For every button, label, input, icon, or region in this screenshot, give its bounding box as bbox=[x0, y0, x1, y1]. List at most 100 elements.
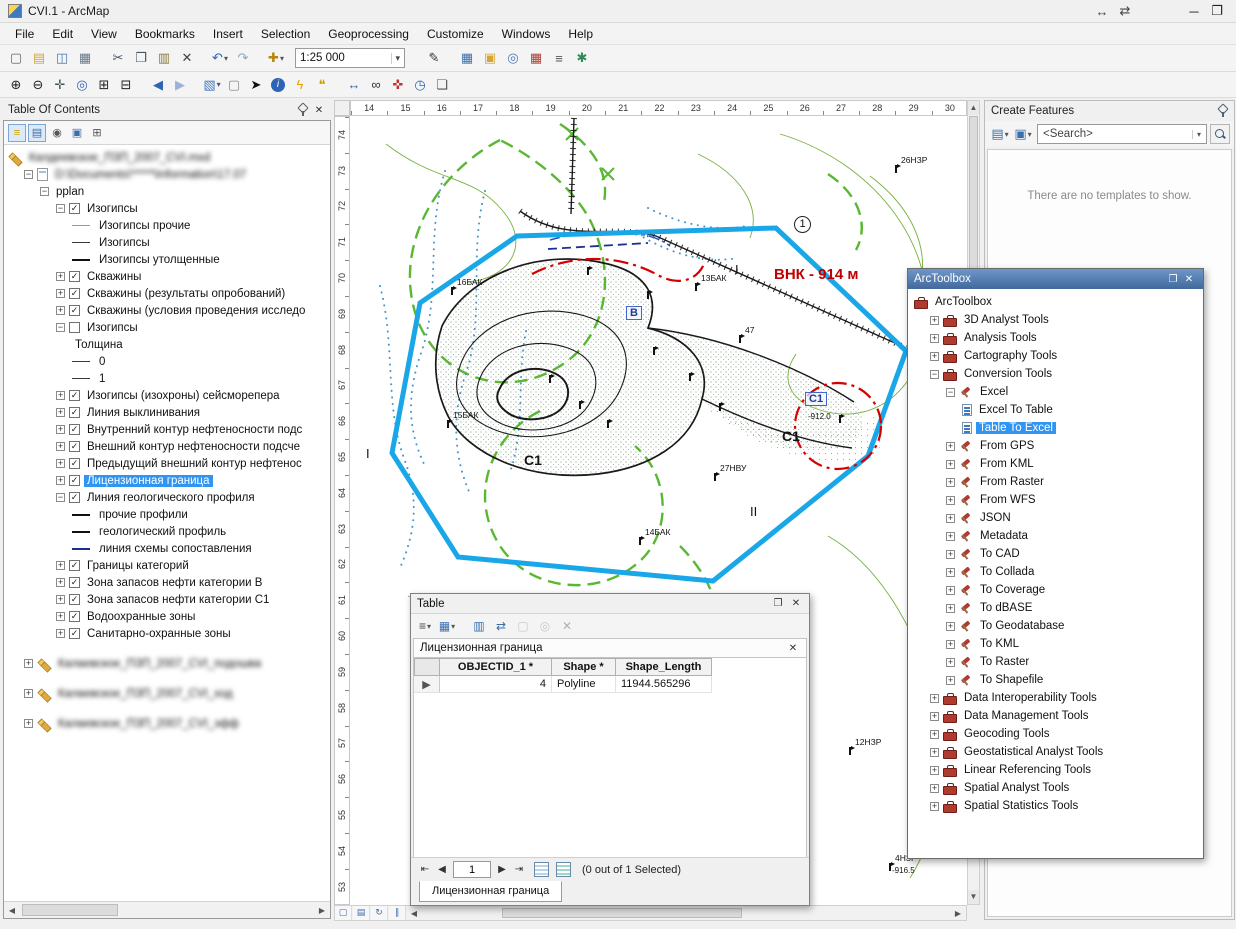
visibility-checkbox[interactable]: ✓ bbox=[69, 390, 80, 401]
expander-icon[interactable]: + bbox=[930, 748, 939, 757]
fixed-zoom-out-icon[interactable]: ⊟ bbox=[115, 74, 137, 96]
switch-selection-icon[interactable]: ⇄ bbox=[491, 616, 511, 636]
tree-item[interactable]: + ✓ Изогипсы (изохроны) сейсморепера bbox=[4, 387, 330, 404]
pin-icon[interactable] bbox=[296, 103, 308, 117]
fixed-zoom-in-icon[interactable]: ⊞ bbox=[93, 74, 115, 96]
tree-item[interactable]: Изогипсы bbox=[4, 234, 330, 251]
visibility-checkbox[interactable] bbox=[69, 322, 80, 333]
visibility-checkbox[interactable]: ✓ bbox=[69, 458, 80, 469]
search-button[interactable] bbox=[1210, 124, 1230, 144]
list-by-selection-icon[interactable]: ▣ bbox=[68, 124, 86, 142]
tree-item[interactable]: Изогипсы утолщенные bbox=[4, 251, 330, 268]
tree-item[interactable]: + ✓ Санитарно-охранные зоны bbox=[4, 625, 330, 642]
record-number-input[interactable] bbox=[453, 861, 491, 878]
visibility-checkbox[interactable]: ✓ bbox=[69, 288, 80, 299]
show-all-records-icon[interactable] bbox=[534, 862, 549, 877]
zoom-in-icon[interactable]: ⊕ bbox=[5, 74, 27, 96]
menu-item[interactable]: Geoprocessing bbox=[319, 25, 418, 43]
expander-icon[interactable]: + bbox=[946, 622, 955, 631]
close-icon[interactable]: ✕ bbox=[1181, 274, 1197, 285]
tree-item[interactable]: + ✓ Скважины (результаты опробований) bbox=[4, 285, 330, 302]
tree-item[interactable]: + Spatial Statistics Tools bbox=[910, 797, 1201, 815]
zoom-to-selected-icon[interactable]: ◎ bbox=[535, 616, 555, 636]
table-row[interactable]: ▶ 4 Polyline 11944.565296 bbox=[414, 676, 806, 693]
scrollbar-thumb[interactable] bbox=[22, 904, 118, 916]
first-record-icon[interactable]: ⇤ bbox=[417, 861, 433, 879]
close-icon[interactable]: ✕ bbox=[789, 598, 803, 609]
arctoolbox-window-icon[interactable]: ▦ bbox=[525, 47, 547, 69]
expander-icon[interactable]: + bbox=[930, 802, 939, 811]
menu-item[interactable]: File bbox=[6, 25, 43, 43]
expander-icon[interactable]: + bbox=[930, 352, 939, 361]
viewer-window-icon[interactable]: ❏ bbox=[431, 74, 453, 96]
print-icon[interactable]: ▦ bbox=[74, 47, 96, 69]
tree-item[interactable]: + ✓ Лицензионная граница bbox=[4, 472, 330, 489]
remote-session-icon[interactable]: ⇄ bbox=[1114, 2, 1136, 20]
expander-icon[interactable]: + bbox=[946, 442, 955, 451]
expander-icon[interactable]: + bbox=[24, 719, 33, 728]
expander-icon[interactable]: + bbox=[56, 306, 65, 315]
open-map-icon[interactable]: ▤ bbox=[28, 47, 50, 69]
list-by-visibility-icon[interactable]: ◉ bbox=[48, 124, 66, 142]
tree-item[interactable]: − Conversion Tools bbox=[910, 365, 1201, 383]
select-elements-icon[interactable]: ➤ bbox=[245, 74, 267, 96]
visibility-checkbox[interactable]: ✓ bbox=[69, 203, 80, 214]
layout-view-icon[interactable]: ▤ bbox=[353, 906, 370, 920]
visibility-checkbox[interactable]: ✓ bbox=[69, 628, 80, 639]
tree-item[interactable]: − Excel bbox=[910, 383, 1201, 401]
tree-item[interactable]: + JSON bbox=[910, 509, 1201, 527]
minimize-button[interactable]: ─ bbox=[1183, 2, 1205, 20]
expander-icon[interactable]: + bbox=[946, 676, 955, 685]
column-header[interactable] bbox=[414, 658, 440, 676]
visibility-checkbox[interactable]: ✓ bbox=[69, 577, 80, 588]
search-window-icon[interactable]: ◎ bbox=[502, 47, 524, 69]
tree-item[interactable]: + To Raster bbox=[910, 653, 1201, 671]
tree-item[interactable]: + To Geodatabase bbox=[910, 617, 1201, 635]
template-properties-icon[interactable]: ▤ ▾ bbox=[989, 123, 1011, 145]
visibility-checkbox[interactable]: ✓ bbox=[69, 271, 80, 282]
row-selector[interactable]: ▶ bbox=[414, 676, 440, 693]
expander-icon[interactable]: + bbox=[930, 712, 939, 721]
next-record-icon[interactable]: ▶ bbox=[494, 861, 510, 879]
new-map-icon[interactable]: ▢ bbox=[5, 47, 27, 69]
tree-item[interactable]: + Калаевское_ПЗП_2007_CVI_эфф bbox=[4, 715, 330, 732]
cell-shape-length[interactable]: 11944.565296 bbox=[616, 676, 712, 693]
time-slider-icon[interactable]: ◷ bbox=[409, 74, 431, 96]
visibility-checkbox[interactable]: ✓ bbox=[69, 492, 80, 503]
visibility-checkbox[interactable]: ✓ bbox=[69, 305, 80, 316]
menu-item[interactable]: View bbox=[82, 25, 126, 43]
tree-item[interactable]: + To KML bbox=[910, 635, 1201, 653]
expander-icon[interactable]: + bbox=[946, 478, 955, 487]
cell-shape[interactable]: Polyline bbox=[552, 676, 616, 693]
expander-icon[interactable]: + bbox=[56, 629, 65, 638]
expander-icon[interactable]: + bbox=[946, 604, 955, 613]
expander-icon[interactable]: + bbox=[930, 730, 939, 739]
expander-icon[interactable]: + bbox=[56, 595, 65, 604]
expander-icon[interactable]: + bbox=[946, 586, 955, 595]
expander-icon[interactable]: + bbox=[930, 334, 939, 343]
tree-item[interactable]: + ✓ Линия выклинивания bbox=[4, 404, 330, 421]
tree-item[interactable]: + Analysis Tools bbox=[910, 329, 1201, 347]
expander-icon[interactable]: + bbox=[24, 659, 33, 668]
table-layer-header[interactable]: Лицензионная граница ✕ bbox=[413, 638, 807, 658]
tree-item[interactable]: + To dBASE bbox=[910, 599, 1201, 617]
menu-item[interactable]: Customize bbox=[418, 25, 493, 43]
chevron-down-icon[interactable]: ▾ bbox=[391, 53, 400, 64]
modelbuilder-window-icon[interactable]: ✱ bbox=[571, 47, 593, 69]
copy-icon[interactable]: ❐ bbox=[130, 47, 152, 69]
clear-selection-icon[interactable]: ▢ bbox=[223, 74, 245, 96]
search-input[interactable]: <Search> ▾ bbox=[1037, 124, 1207, 144]
menu-item[interactable]: Selection bbox=[252, 25, 319, 43]
expander-icon[interactable]: + bbox=[56, 408, 65, 417]
tree-item[interactable]: + Cartography Tools bbox=[910, 347, 1201, 365]
column-header-objectid[interactable]: OBJECTID_1 * bbox=[440, 658, 552, 676]
expander-icon[interactable]: + bbox=[946, 496, 955, 505]
scroll-left-icon[interactable]: ◀ bbox=[4, 906, 20, 915]
tree-item[interactable]: + Калаевское_ПЗП_2007_CVI_ход bbox=[4, 685, 330, 702]
tree-item[interactable]: линия схемы сопоставления bbox=[4, 540, 330, 557]
tree-item[interactable]: геологический профиль bbox=[4, 523, 330, 540]
expander-icon[interactable]: − bbox=[56, 323, 65, 332]
tree-item[interactable]: − Изогипсы bbox=[4, 319, 330, 336]
tree-item[interactable]: Толщина bbox=[4, 336, 330, 353]
tree-item[interactable]: + From KML bbox=[910, 455, 1201, 473]
